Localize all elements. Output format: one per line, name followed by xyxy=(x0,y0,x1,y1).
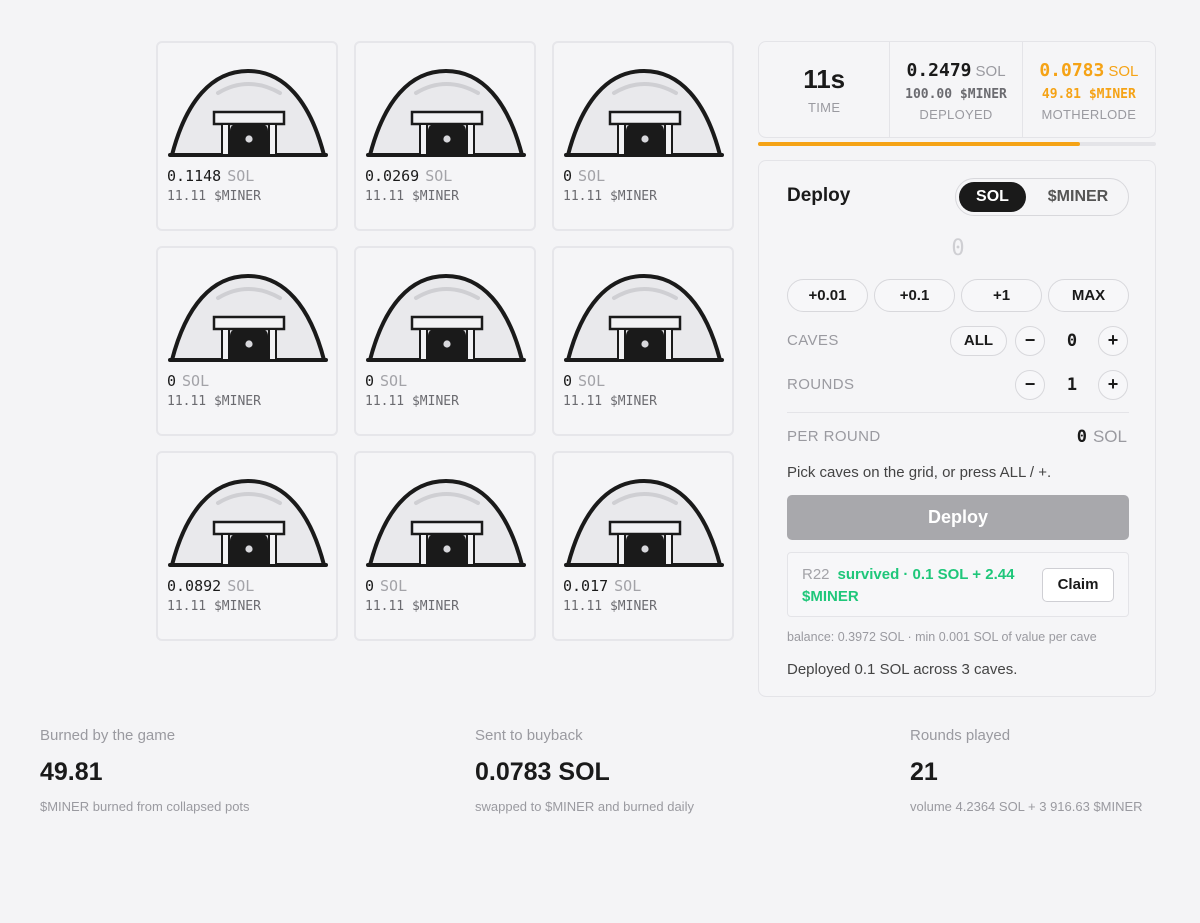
cave-miner-amount: 11.11 $MINER xyxy=(563,394,657,409)
motherlode-value: 0.0783 SOL xyxy=(1039,60,1139,81)
deploy-title: Deploy xyxy=(787,185,851,206)
caves-count: 0 xyxy=(1066,331,1078,351)
cave-icon xyxy=(366,475,526,569)
rounds-played-value: 21 xyxy=(910,758,938,786)
deploy-button[interactable]: Deploy xyxy=(787,495,1129,540)
rounds-played-sub: volume 4.2364 SOL + 3 916.63 $MINER xyxy=(910,799,1143,814)
cave-sol-amount: 0 SOL xyxy=(167,372,210,390)
round-stats: 11s TIME 0.2479 SOL 100.00 $MINER DEPLOYE… xyxy=(758,41,1156,138)
cave-tile-4[interactable]: 0 SOL 11.11 $MINER xyxy=(156,246,338,436)
cave-tile-6[interactable]: 0 SOL 11.11 $MINER xyxy=(552,246,734,436)
rounds-label: ROUNDS xyxy=(787,376,855,393)
time-value: 11s xyxy=(803,64,846,94)
add-0.01-button[interactable]: +0.01 xyxy=(787,279,868,312)
cave-tile-8[interactable]: 0 SOL 11.11 $MINER xyxy=(354,451,536,641)
cave-icon xyxy=(564,65,724,159)
cave-sol-amount: 0 SOL xyxy=(365,577,408,595)
rounds-count: 1 xyxy=(1066,375,1078,395)
rounds-played-stat: Rounds played 21 volume 4.2364 SOL + 3 9… xyxy=(910,727,1143,814)
max-button[interactable]: MAX xyxy=(1048,279,1129,312)
per-round-label: PER ROUND xyxy=(787,428,881,445)
cave-sol-amount: 0.017 SOL xyxy=(563,577,642,595)
cave-tile-9[interactable]: 0.017 SOL 11.11 $MINER xyxy=(552,451,734,641)
deployed-label: DEPLOYED xyxy=(919,107,993,122)
cave-tile-3[interactable]: 0 SOL 11.11 $MINER xyxy=(552,41,734,231)
divider xyxy=(787,412,1129,413)
add-1-button[interactable]: +1 xyxy=(961,279,1042,312)
motherlode-miner: 49.81 $MINER xyxy=(1041,87,1136,102)
caves-decrement-button[interactable]: − xyxy=(1015,326,1045,356)
cave-sol-amount: 0 SOL xyxy=(563,372,606,390)
cave-tile-2[interactable]: 0.0269 SOL 11.11 $MINER xyxy=(354,41,536,231)
motherlode-label: MOTHERLODE xyxy=(1041,107,1137,122)
per-round-value: 0 SOL xyxy=(1076,427,1127,447)
cave-sol-amount: 0.0269 SOL xyxy=(365,167,453,185)
caves-increment-button[interactable]: + xyxy=(1098,326,1128,356)
cave-sol-amount: 0.0892 SOL xyxy=(167,577,255,595)
burned-stat: Burned by the game 49.81 $MINER burned f… xyxy=(40,727,250,814)
cave-grid: 0.1148 SOL 11.11 $MINER 0.0269 SOL 11.11 $… xyxy=(156,41,734,641)
deployed-value: 0.2479 SOL xyxy=(906,60,1006,81)
cave-miner-amount: 11.11 $MINER xyxy=(563,599,657,614)
round-progress-fill xyxy=(758,142,1081,146)
cave-miner-amount: 11.11 $MINER xyxy=(167,394,261,409)
buyback-label: Sent to buyback xyxy=(475,727,583,744)
cave-icon xyxy=(168,270,328,364)
cave-sol-amount: 0 SOL xyxy=(563,167,606,185)
cave-miner-amount: 11.11 $MINER xyxy=(167,599,261,614)
round-result-card: R22 survived · 0.1 SOL + 2.44 $MINER Clai… xyxy=(787,552,1129,617)
amount-input[interactable] xyxy=(787,233,1129,263)
cave-icon xyxy=(168,65,328,159)
currency-toggle: SOL $MINER xyxy=(955,178,1129,216)
cave-miner-amount: 11.11 $MINER xyxy=(365,394,459,409)
balance-info: balance: 0.3972 SOL · min 0.001 SOL of v… xyxy=(787,630,1097,644)
cave-icon xyxy=(564,475,724,569)
deploy-panel: Deploy SOL $MINER +0.01 +0.1 +1 MAX CAVE… xyxy=(758,160,1156,697)
deploy-hint: Pick caves on the grid, or press ALL / +… xyxy=(787,464,1052,481)
caves-label: CAVES xyxy=(787,332,839,349)
rounds-played-label: Rounds played xyxy=(910,727,1011,744)
cave-sol-amount: 0.1148 SOL xyxy=(167,167,255,185)
motherlode-stat: 0.0783 SOL 49.81 $MINER MOTHERLODE xyxy=(1023,42,1155,137)
cave-miner-amount: 11.11 $MINER xyxy=(365,599,459,614)
claim-button[interactable]: Claim xyxy=(1042,568,1114,602)
buyback-value: 0.0783 SOL xyxy=(475,758,610,786)
deployed-note: Deployed 0.1 SOL across 3 caves. xyxy=(787,661,1018,678)
burned-label: Burned by the game xyxy=(40,727,176,744)
burned-value: 49.81 xyxy=(40,758,103,786)
rounds-decrement-button[interactable]: − xyxy=(1015,370,1045,400)
buyback-sub: swapped to $MINER and burned daily xyxy=(475,799,694,814)
cave-icon xyxy=(564,270,724,364)
currency-miner-button[interactable]: $MINER xyxy=(1030,182,1126,212)
cave-icon xyxy=(366,270,526,364)
add-0.1-button[interactable]: +0.1 xyxy=(874,279,955,312)
buyback-stat: Sent to buyback 0.0783 SOL swapped to $M… xyxy=(475,727,694,814)
deployed-miner: 100.00 $MINER xyxy=(905,87,1007,102)
currency-sol-button[interactable]: SOL xyxy=(959,182,1026,212)
deployed-stat: 0.2479 SOL 100.00 $MINER DEPLOYED xyxy=(890,42,1023,137)
cave-tile-5[interactable]: 0 SOL 11.11 $MINER xyxy=(354,246,536,436)
round-result-text: R22 survived · 0.1 SOL + 2.44 $MINER xyxy=(802,566,1015,605)
cave-tile-1[interactable]: 0.1148 SOL 11.11 $MINER xyxy=(156,41,338,231)
caves-all-button[interactable]: ALL xyxy=(950,326,1007,356)
burned-sub: $MINER burned from collapsed pots xyxy=(40,799,250,814)
cave-icon xyxy=(168,475,328,569)
round-progress-bar xyxy=(758,142,1156,146)
cave-sol-amount: 0 SOL xyxy=(365,372,408,390)
time-label: TIME xyxy=(808,100,841,115)
cave-icon xyxy=(366,65,526,159)
time-stat: 11s TIME xyxy=(759,42,891,137)
cave-miner-amount: 11.11 $MINER xyxy=(365,189,459,204)
cave-tile-7[interactable]: 0.0892 SOL 11.11 $MINER xyxy=(156,451,338,641)
cave-miner-amount: 11.11 $MINER xyxy=(563,189,657,204)
rounds-increment-button[interactable]: + xyxy=(1098,370,1128,400)
cave-miner-amount: 11.11 $MINER xyxy=(167,189,261,204)
